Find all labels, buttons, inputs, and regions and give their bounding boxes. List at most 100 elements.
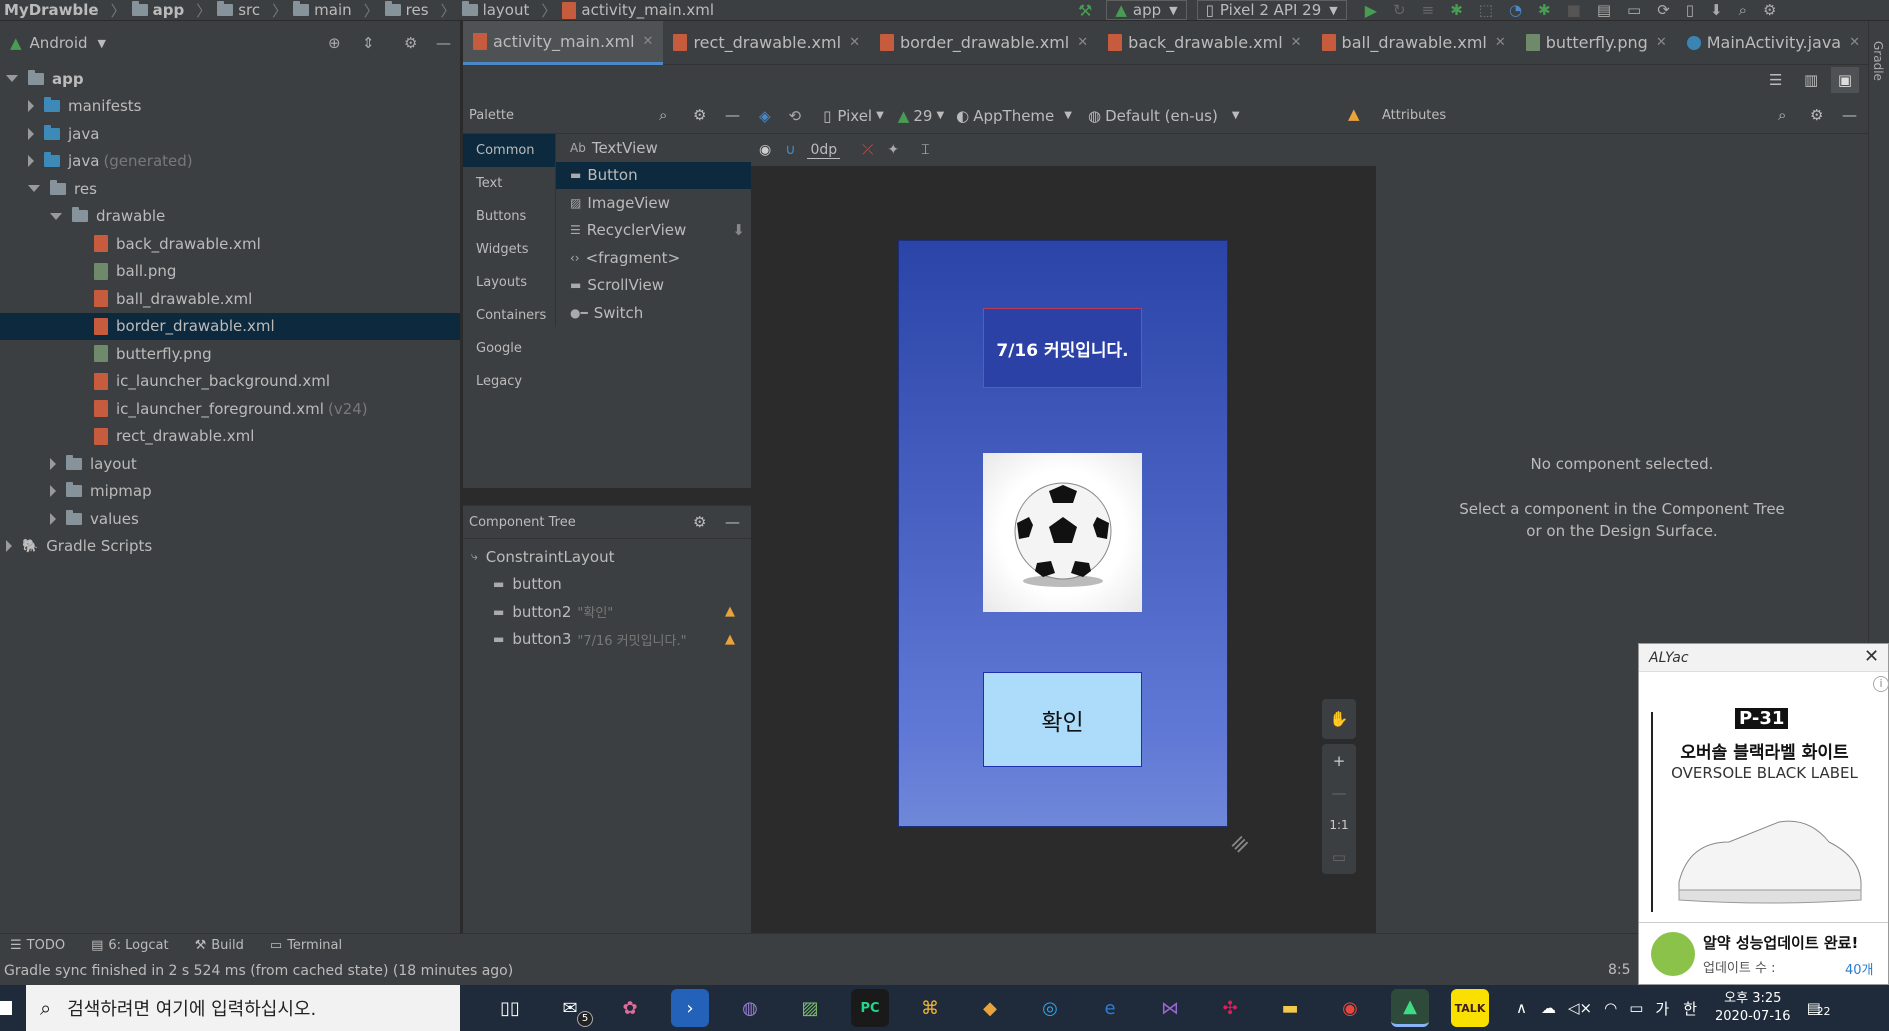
- design-view-icon[interactable]: ▣: [1831, 67, 1859, 93]
- paint-icon[interactable]: ✿: [611, 989, 649, 1027]
- zoom-fit-icon[interactable]: ▭: [1322, 842, 1356, 872]
- edge-icon[interactable]: ◎: [1031, 989, 1069, 1027]
- zoom-actual-size[interactable]: 1:1: [1322, 808, 1356, 842]
- start-icon[interactable]: [0, 1001, 12, 1015]
- terminal-icon[interactable]: ▭: [1627, 1, 1641, 19]
- confirm-button[interactable]: 확인: [983, 672, 1142, 767]
- android-studio-icon[interactable]: ▲: [1391, 989, 1429, 1027]
- close-tab-icon[interactable]: ✕: [1077, 35, 1088, 50]
- info-icon[interactable]: i: [1873, 676, 1889, 692]
- device-preview[interactable]: 7/16 커밋입니다. 확인: [899, 241, 1227, 826]
- tool-window-button[interactable]: ☰ TODO: [10, 938, 65, 953]
- hide-panel-icon[interactable]: —: [1842, 106, 1857, 124]
- palette-item[interactable]: ▨ ImageView: [556, 189, 751, 217]
- palette-category[interactable]: Legacy: [463, 365, 555, 398]
- editor-tab[interactable]: MainActivity.java ✕: [1677, 21, 1870, 65]
- expanded-arrow-icon[interactable]: [28, 185, 40, 193]
- breadcrumb-src[interactable]: src: [238, 1, 260, 19]
- component-tree-item[interactable]: ▬ button: [463, 571, 751, 599]
- breadcrumb-project[interactable]: MyDrawble: [4, 1, 99, 19]
- project-view-select[interactable]: Android: [30, 34, 88, 52]
- file-explorer-icon[interactable]: ▬: [1271, 989, 1309, 1027]
- settings-icon[interactable]: ⚙: [1763, 1, 1776, 19]
- palette-category[interactable]: Widgets: [463, 233, 555, 266]
- layers-icon[interactable]: ◈: [759, 107, 771, 125]
- locate-icon[interactable]: ⊕: [328, 34, 341, 52]
- kakaotalk-icon[interactable]: TALK: [1451, 989, 1489, 1027]
- wifi-icon[interactable]: ◠: [1604, 999, 1617, 1017]
- run-config-select[interactable]: ▲ app ▼: [1106, 0, 1187, 20]
- mail-icon[interactable]: ✉ 5: [551, 989, 593, 1027]
- stop-icon[interactable]: ■: [1567, 1, 1581, 19]
- editor-tab[interactable]: butterfly.png ✕: [1516, 21, 1677, 65]
- eye-icon[interactable]: ◉: [759, 142, 771, 158]
- expanded-arrow-icon[interactable]: [6, 75, 18, 83]
- ie-icon[interactable]: e: [1091, 989, 1129, 1027]
- project-structure-icon[interactable]: ▤: [1597, 1, 1611, 19]
- palette-category[interactable]: Text: [463, 167, 555, 200]
- tool-window-button[interactable]: ▭ Terminal: [270, 938, 342, 953]
- hide-panel-icon[interactable]: —: [725, 513, 740, 531]
- tree-item[interactable]: ic_launcher_foreground.xml (v24): [0, 395, 460, 423]
- infer-constraints-icon[interactable]: ✦: [887, 142, 899, 158]
- tree-item[interactable]: java: [0, 120, 460, 148]
- zoom-out-icon[interactable]: —: [1322, 778, 1356, 808]
- tree-item[interactable]: values: [0, 505, 460, 533]
- close-tab-icon[interactable]: ✕: [1495, 35, 1506, 50]
- tree-item[interactable]: mipmap: [0, 478, 460, 506]
- collapsed-arrow-icon[interactable]: [50, 457, 56, 470]
- magnet-icon[interactable]: ∪: [785, 142, 795, 158]
- resize-handle-icon[interactable]: ≡: [1225, 829, 1256, 860]
- commit-text-button[interactable]: 7/16 커밋입니다.: [983, 308, 1142, 388]
- code-view-icon[interactable]: ☰: [1769, 71, 1782, 89]
- close-tab-icon[interactable]: ✕: [1849, 35, 1860, 50]
- notifications-icon[interactable]: ▤ 22: [1807, 999, 1831, 1018]
- sdk-manager-icon[interactable]: ⬇: [1710, 1, 1723, 19]
- battery-icon[interactable]: ▭: [1629, 999, 1643, 1017]
- palette-item[interactable]: ●━ Switch: [556, 299, 751, 327]
- tree-item[interactable]: border_drawable.xml: [0, 312, 460, 340]
- tree-item[interactable]: java (generated): [0, 148, 460, 176]
- orientation-icon[interactable]: ⟲: [789, 107, 802, 125]
- tree-item[interactable]: app: [0, 65, 460, 93]
- volume-icon[interactable]: ◁×: [1568, 999, 1592, 1017]
- tool-window-button[interactable]: ▤ 6: Logcat: [91, 938, 169, 953]
- default-margin-input[interactable]: 0dp: [807, 142, 841, 159]
- apply-code-icon[interactable]: ≡: [1422, 1, 1435, 19]
- tree-item[interactable]: drawable: [0, 203, 460, 231]
- breadcrumb-file[interactable]: activity_main.xml: [581, 1, 714, 19]
- palette-category[interactable]: Common: [463, 134, 555, 167]
- pycharm-icon[interactable]: PC: [851, 989, 889, 1027]
- guidelines-icon[interactable]: ⌶: [921, 142, 929, 158]
- git-icon[interactable]: ◆: [971, 989, 1009, 1027]
- tree-item[interactable]: 🐘 Gradle Scripts: [0, 533, 460, 561]
- tray-expand-icon[interactable]: ∧: [1516, 999, 1527, 1017]
- search-icon[interactable]: ⌕: [1778, 106, 1786, 124]
- gear-icon[interactable]: ⚙: [404, 34, 417, 52]
- tree-item[interactable]: butterfly.png: [0, 340, 460, 368]
- onedrive-icon[interactable]: ☁: [1541, 999, 1556, 1017]
- taskbar-search[interactable]: ⌕ 검색하려면 여기에 입력하십시오.: [26, 985, 460, 1031]
- component-tree-item[interactable]: ▬ button3 "7/16 커밋입니다." ▲: [463, 626, 751, 654]
- palette-category[interactable]: Containers: [463, 299, 555, 332]
- gear-icon[interactable]: ⚙: [693, 106, 706, 124]
- debug-icon[interactable]: ✱: [1450, 1, 1463, 19]
- collapsed-arrow-icon[interactable]: [50, 485, 56, 498]
- editor-tab[interactable]: border_drawable.xml ✕: [870, 21, 1098, 65]
- visual-studio-icon[interactable]: ⋈: [1151, 989, 1189, 1027]
- gradle-tool-button[interactable]: Gradle: [1871, 41, 1885, 81]
- tree-item[interactable]: layout: [0, 450, 460, 478]
- search-icon[interactable]: ⌕: [659, 106, 667, 124]
- sync-icon[interactable]: ⟳: [1657, 1, 1670, 19]
- profile-icon[interactable]: ◔: [1509, 1, 1522, 19]
- close-tab-icon[interactable]: ✕: [1656, 35, 1667, 50]
- zoom-in-icon[interactable]: +: [1322, 744, 1356, 778]
- split-view-icon[interactable]: ▥: [1804, 71, 1818, 89]
- caret-position[interactable]: 8:5: [1608, 962, 1631, 978]
- close-tab-icon[interactable]: ✕: [1291, 35, 1302, 50]
- collapsed-arrow-icon[interactable]: [28, 155, 34, 168]
- clock[interactable]: 오후 3:25 2020-07-16: [1715, 990, 1791, 1026]
- theme-select[interactable]: AppTheme: [973, 107, 1054, 125]
- palette-item[interactable]: ‹› <fragment>: [556, 244, 751, 272]
- editor-tab[interactable]: activity_main.xml ✕: [463, 20, 664, 65]
